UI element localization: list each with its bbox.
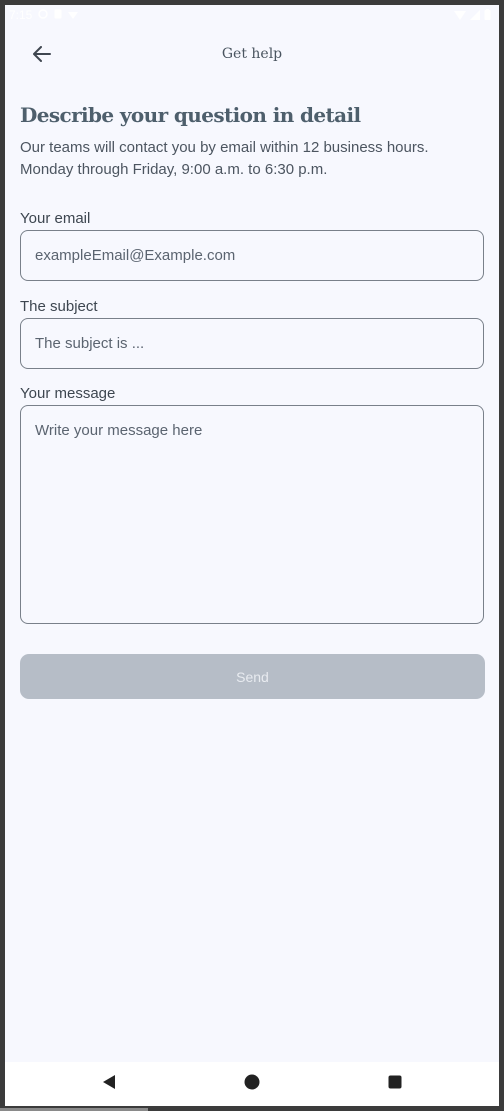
description-line-2: Monday through Friday, 9:00 a.m. to 6:30…	[20, 161, 328, 178]
status-left: 7:15	[9, 8, 79, 22]
message-field[interactable]: Write your message here	[20, 405, 484, 624]
notification-icon	[38, 8, 49, 22]
battery-icon	[484, 9, 491, 23]
subject-field[interactable]: The subject is ...	[20, 318, 484, 369]
subject-label: The subject	[20, 298, 98, 315]
help-form: Describe your question in detail Our tea…	[20, 101, 485, 699]
message-label: Your message	[20, 385, 116, 402]
send-button-label: Send	[236, 668, 269, 685]
subject-placeholder: The subject is ...	[35, 335, 145, 352]
page-title: Get help	[221, 46, 283, 62]
message-placeholder: Write your message here	[35, 422, 203, 439]
status-time: 7:15	[9, 8, 33, 22]
status-right	[454, 9, 491, 23]
square-recents-icon	[388, 1075, 402, 1094]
sim-icon	[54, 8, 62, 22]
form-description: Our teams will contact you by email with…	[20, 137, 485, 181]
status-bar: 7:15	[5, 5, 499, 29]
app-bar: Get help	[5, 29, 499, 83]
wifi-small-icon	[68, 8, 79, 22]
send-button[interactable]: Send	[20, 654, 485, 699]
signal-icon	[470, 9, 480, 23]
nav-back-button[interactable]	[99, 1074, 119, 1094]
email-label: Your email	[20, 210, 91, 227]
nav-recents-button[interactable]	[385, 1074, 405, 1094]
nav-home-button[interactable]	[242, 1074, 262, 1094]
circle-home-icon	[244, 1074, 260, 1095]
email-placeholder: exampleEmail@Example.com	[35, 247, 236, 264]
phone-screen: 7:15 Get help Describe your question in …	[5, 5, 499, 1106]
form-heading: Describe your question in detail	[20, 103, 361, 127]
description-line-1: Our teams will contact you by email with…	[20, 139, 429, 156]
email-field[interactable]: exampleEmail@Example.com	[20, 230, 484, 281]
wifi-icon	[454, 9, 466, 23]
triangle-back-icon	[102, 1074, 116, 1095]
system-nav-bar	[5, 1062, 499, 1106]
